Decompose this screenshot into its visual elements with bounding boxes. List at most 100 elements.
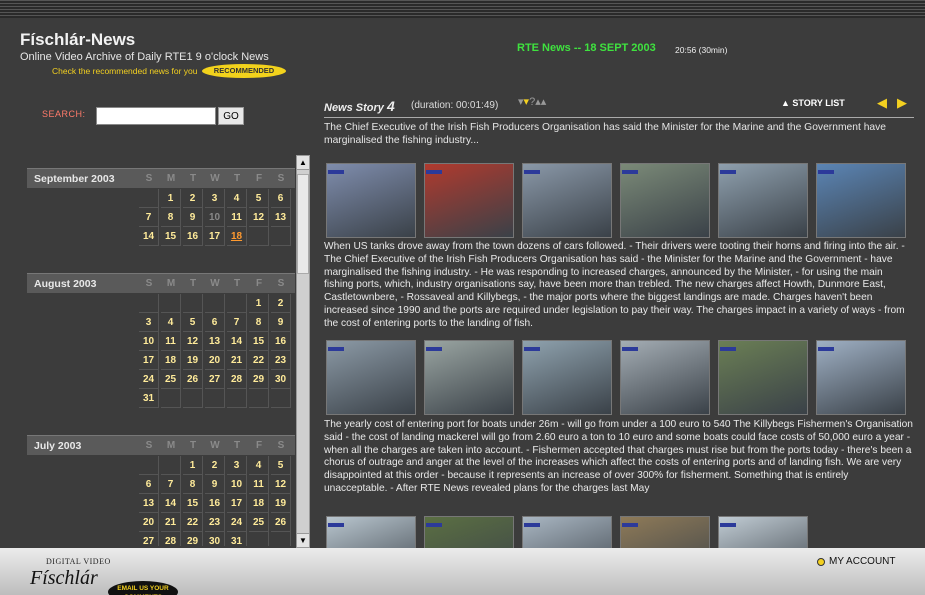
calendar-day[interactable]: 22: [183, 513, 203, 532]
calendar-day[interactable]: 10: [227, 475, 247, 494]
calendar-day[interactable]: 26: [183, 370, 203, 389]
calendar-day[interactable]: 7: [227, 313, 247, 332]
calendar-day[interactable]: 7: [161, 475, 181, 494]
video-keyframe-thumbnail[interactable]: [620, 163, 710, 238]
calendar-day[interactable]: 13: [205, 332, 225, 351]
calendar-day[interactable]: 27: [139, 532, 159, 546]
calendar-day[interactable]: 19: [183, 351, 203, 370]
calendar-day[interactable]: 6: [139, 475, 159, 494]
calendar-day[interactable]: 18: [161, 351, 181, 370]
calendar-day[interactable]: 3: [139, 313, 159, 332]
video-keyframe-thumbnail[interactable]: [424, 163, 514, 238]
calendar-day[interactable]: 26: [271, 513, 291, 532]
video-keyframe-thumbnail[interactable]: [816, 340, 906, 415]
calendar-day[interactable]: 15: [249, 332, 269, 351]
story-list-link[interactable]: ▲ STORY LIST: [781, 98, 845, 108]
calendar-day[interactable]: 22: [249, 351, 269, 370]
calendar-day[interactable]: 11: [227, 208, 247, 227]
calendar-day[interactable]: 20: [139, 513, 159, 532]
calendar-day[interactable]: 3: [205, 189, 225, 208]
calendar-day[interactable]: 18: [227, 227, 247, 246]
calendar-day[interactable]: 10: [139, 332, 159, 351]
calendar-day[interactable]: 5: [183, 313, 203, 332]
calendar-day[interactable]: 25: [161, 370, 181, 389]
calendar-day[interactable]: 18: [249, 494, 269, 513]
calendar-day[interactable]: 10: [205, 208, 225, 227]
calendar-day[interactable]: 6: [271, 189, 291, 208]
calendar-day[interactable]: 6: [205, 313, 225, 332]
video-keyframe-thumbnail[interactable]: [816, 163, 906, 238]
calendar-day[interactable]: 1: [183, 456, 203, 475]
calendar-day[interactable]: 9: [271, 313, 291, 332]
scroll-thumb[interactable]: [297, 174, 309, 274]
calendar-day[interactable]: 2: [183, 189, 203, 208]
go-button[interactable]: GO: [218, 107, 244, 125]
video-keyframe-thumbnail[interactable]: [620, 340, 710, 415]
calendar-day[interactable]: 15: [183, 494, 203, 513]
video-keyframe-thumbnail[interactable]: [326, 516, 416, 548]
calendar-day[interactable]: 28: [161, 532, 181, 546]
scroll-down-arrow-icon[interactable]: ▼: [297, 533, 309, 547]
calendar-day[interactable]: 24: [139, 370, 159, 389]
previous-story-arrow-icon[interactable]: ◀: [877, 95, 887, 111]
calendar-day[interactable]: 31: [227, 532, 247, 546]
calendar-day[interactable]: 19: [271, 494, 291, 513]
calendar-day[interactable]: 4: [249, 456, 269, 475]
video-keyframe-thumbnail[interactable]: [718, 340, 808, 415]
scroll-up-arrow-icon[interactable]: ▲: [297, 156, 309, 170]
calendar-scrollbar[interactable]: ▲ ▼: [296, 155, 310, 548]
calendar-day[interactable]: 30: [205, 532, 225, 546]
video-keyframe-thumbnail[interactable]: [718, 163, 808, 238]
calendar-day[interactable]: 11: [161, 332, 181, 351]
calendar-day[interactable]: 30: [271, 370, 291, 389]
calendar-day[interactable]: 29: [249, 370, 269, 389]
calendar-day[interactable]: 4: [161, 313, 181, 332]
calendar-day[interactable]: 5: [249, 189, 269, 208]
video-keyframe-thumbnail[interactable]: [522, 163, 612, 238]
video-keyframe-thumbnail[interactable]: [326, 340, 416, 415]
video-keyframe-thumbnail[interactable]: [424, 340, 514, 415]
calendar-day[interactable]: 16: [205, 494, 225, 513]
calendar-day[interactable]: 17: [227, 494, 247, 513]
calendar-day[interactable]: 1: [249, 294, 269, 313]
calendar-day[interactable]: 15: [161, 227, 181, 246]
email-comments-button[interactable]: EMAIL US YOUR COMMENTS: [108, 581, 178, 595]
rating-icons[interactable]: ▾▾?▴▴: [518, 95, 546, 108]
calendar-day[interactable]: 31: [139, 389, 159, 408]
calendar-day[interactable]: 21: [161, 513, 181, 532]
calendar-day[interactable]: 24: [227, 513, 247, 532]
calendar-day[interactable]: 2: [271, 294, 291, 313]
calendar-day[interactable]: 14: [139, 227, 159, 246]
calendar-day[interactable]: 11: [249, 475, 269, 494]
calendar-day[interactable]: 14: [227, 332, 247, 351]
calendar-day[interactable]: 23: [271, 351, 291, 370]
calendar-day[interactable]: 13: [139, 494, 159, 513]
calendar-day[interactable]: 13: [271, 208, 291, 227]
calendar-day[interactable]: 9: [205, 475, 225, 494]
video-keyframe-thumbnail[interactable]: [424, 516, 514, 548]
calendar-day[interactable]: 5: [271, 456, 291, 475]
calendar-day[interactable]: 16: [183, 227, 203, 246]
my-account-link[interactable]: MY ACCOUNT: [829, 556, 896, 567]
calendar-day[interactable]: 7: [139, 208, 159, 227]
calendar-day[interactable]: 14: [161, 494, 181, 513]
recommend-link[interactable]: Check the recommended news for you: [52, 66, 198, 76]
calendar-day[interactable]: 17: [139, 351, 159, 370]
calendar-day[interactable]: 3: [227, 456, 247, 475]
calendar-day[interactable]: 23: [205, 513, 225, 532]
calendar-day[interactable]: 4: [227, 189, 247, 208]
calendar-day[interactable]: 2: [205, 456, 225, 475]
thumbs-up-alt-icon[interactable]: ▴: [541, 96, 547, 108]
video-keyframe-thumbnail[interactable]: [522, 516, 612, 548]
calendar-day[interactable]: 12: [271, 475, 291, 494]
next-story-arrow-icon[interactable]: ▶: [897, 95, 907, 111]
video-keyframe-thumbnail[interactable]: [718, 516, 808, 548]
video-keyframe-thumbnail[interactable]: [620, 516, 710, 548]
calendar-day[interactable]: 21: [227, 351, 247, 370]
video-keyframe-thumbnail[interactable]: [522, 340, 612, 415]
calendar-day[interactable]: 20: [205, 351, 225, 370]
calendar-day[interactable]: 1: [161, 189, 181, 208]
calendar-day[interactable]: 25: [249, 513, 269, 532]
calendar-day[interactable]: 28: [227, 370, 247, 389]
calendar-day[interactable]: 9: [183, 208, 203, 227]
